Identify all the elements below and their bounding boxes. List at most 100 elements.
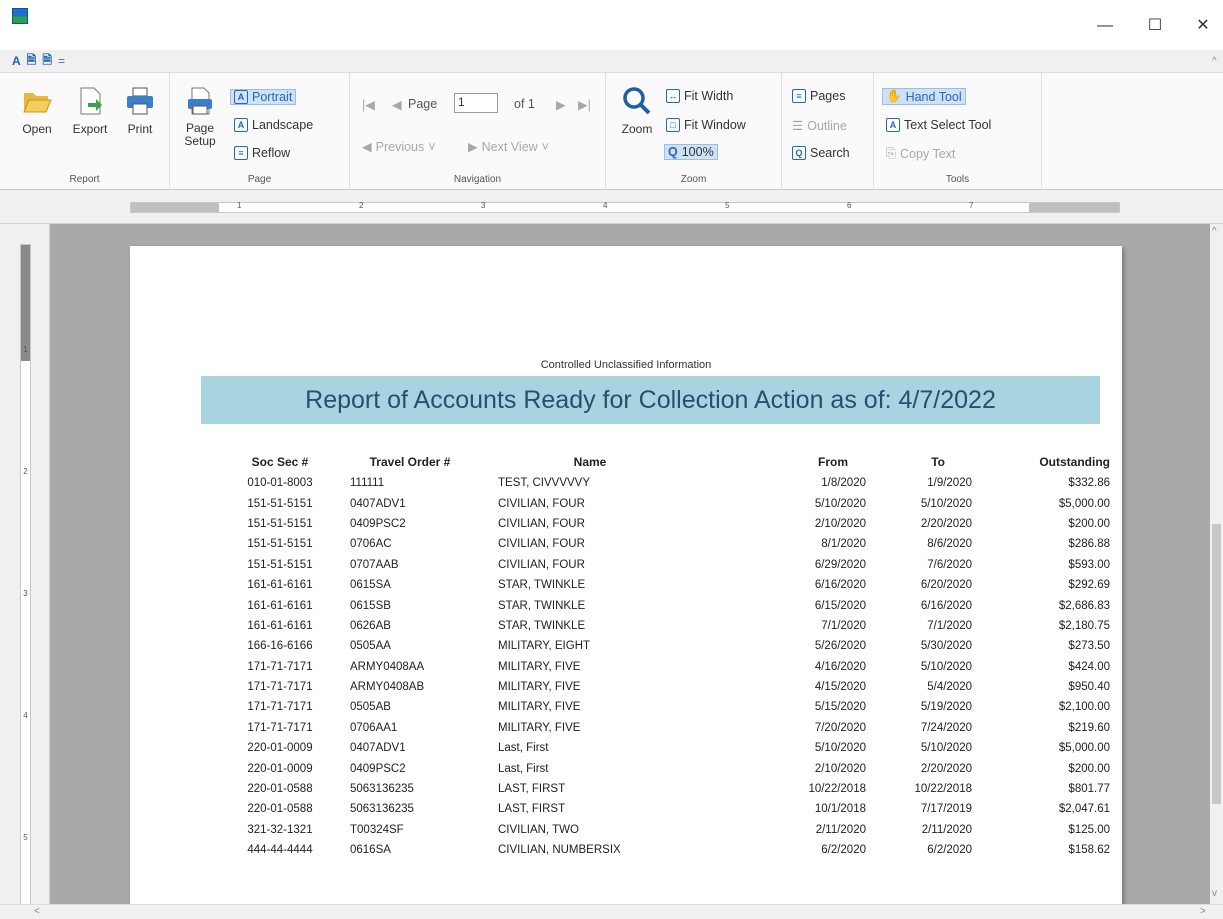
scroll-right-icon[interactable]: > bbox=[1200, 906, 1206, 917]
vertical-scrollbar[interactable]: ^ v bbox=[1210, 224, 1223, 904]
minimize-button[interactable]: — bbox=[1085, 14, 1125, 38]
cell-from: 4/15/2020 bbox=[814, 681, 866, 694]
qat-text-icon[interactable]: A bbox=[12, 54, 21, 68]
cell-to: 5/10/2020 bbox=[920, 742, 972, 755]
copy-icon: ⎘ bbox=[886, 146, 897, 160]
first-page-icon[interactable]: |◀ bbox=[362, 97, 375, 112]
group-label-report: Report bbox=[69, 174, 100, 185]
cell-outstanding: $158.62 bbox=[1068, 844, 1110, 857]
report-page: Controlled Unclassified Information Repo… bbox=[130, 246, 1122, 904]
scroll-left-icon[interactable]: < bbox=[34, 906, 40, 917]
page-count: of 1 bbox=[514, 97, 535, 111]
cell-name: STAR, TWINKLE bbox=[498, 619, 586, 632]
qat-page-icon[interactable]: 🗎 bbox=[27, 51, 37, 72]
group-label-zoom: Zoom bbox=[680, 174, 707, 185]
cell-outstanding: $125.00 bbox=[1068, 823, 1110, 836]
outline-icon: ☰ bbox=[792, 119, 804, 133]
scroll-thumb[interactable] bbox=[1212, 524, 1221, 804]
cell-to: 10/22/2018 bbox=[914, 783, 972, 796]
cell-from: 5/15/2020 bbox=[814, 701, 866, 714]
prev-page-icon[interactable]: ◀ bbox=[392, 97, 402, 112]
close-button[interactable]: ✕ bbox=[1183, 14, 1223, 38]
cell-name: CIVILIAN, NUMBERSIX bbox=[498, 844, 621, 857]
ruler-right-margin[interactable] bbox=[1029, 203, 1119, 212]
fit-width-button[interactable]: ↔ Fit Width bbox=[666, 89, 733, 103]
cell-ssn: 171-71-7171 bbox=[247, 721, 313, 734]
cell-ssn: 220-01-0009 bbox=[247, 742, 313, 755]
cell-ssn: 151-51-5151 bbox=[247, 538, 313, 551]
portrait-icon: A bbox=[234, 90, 248, 104]
cell-name: CIVILIAN, FOUR bbox=[498, 558, 585, 571]
header-outstanding: Outstanding bbox=[1039, 454, 1110, 469]
collapse-ribbon-icon[interactable]: ^ bbox=[1212, 56, 1217, 67]
ruler-mark: 6 bbox=[847, 201, 852, 210]
fit-window-button[interactable]: □ Fit Window bbox=[666, 118, 746, 132]
zoom-button[interactable]: Zoom bbox=[614, 85, 660, 136]
cell-outstanding: $5,000.00 bbox=[1058, 497, 1110, 510]
cell-travel-order: T00324SF bbox=[350, 823, 404, 836]
cell-ssn: 010-01-8003 bbox=[247, 477, 313, 490]
cell-outstanding: $424.00 bbox=[1068, 660, 1110, 673]
landscape-button[interactable]: A Landscape bbox=[234, 118, 313, 132]
hand-icon: ✋ bbox=[886, 89, 902, 103]
page-number-input[interactable]: 1 bbox=[454, 93, 498, 113]
last-page-icon[interactable]: ▶| bbox=[578, 97, 591, 112]
cell-travel-order: 0409PSC2 bbox=[350, 517, 406, 530]
cell-outstanding: $219.60 bbox=[1068, 721, 1110, 734]
ruler-left-margin[interactable] bbox=[131, 203, 219, 212]
cell-outstanding: $593.00 bbox=[1068, 558, 1110, 571]
print-button[interactable]: Print bbox=[118, 85, 162, 136]
open-button[interactable]: Open bbox=[12, 85, 62, 136]
cell-outstanding: $801.77 bbox=[1068, 783, 1110, 796]
next-view-button[interactable]: ▶ Next View ˅ bbox=[468, 139, 549, 155]
cell-outstanding: $273.50 bbox=[1068, 640, 1110, 653]
table-row: 151-51-5151 0707AAB CIVILIAN, FOUR 6/29/202… bbox=[220, 555, 1110, 575]
previous-view-button[interactable]: ◀ Previous ˅ bbox=[362, 139, 436, 155]
cell-outstanding: $200.00 bbox=[1068, 762, 1110, 775]
cell-travel-order: 5063136235 bbox=[350, 783, 414, 796]
text-select-button[interactable]: A Text Select Tool bbox=[886, 118, 991, 132]
group-zoom: Zoom ↔ Fit Width □ Fit Window Q 100% Zoo… bbox=[606, 73, 782, 191]
pages-button[interactable]: ≡ Pages bbox=[792, 89, 845, 103]
export-button[interactable]: Export bbox=[64, 85, 116, 136]
cell-from: 1/8/2020 bbox=[821, 477, 866, 490]
scroll-down-icon[interactable]: v bbox=[1212, 888, 1217, 899]
table-row: 220-01-0009 0407ADV1 Last, First 5/10/2020 5… bbox=[220, 738, 1110, 758]
cell-to: 6/16/2020 bbox=[920, 599, 972, 612]
cell-ssn: 161-61-6161 bbox=[247, 619, 313, 632]
table-row: 171-71-7171 ARMY0408AA MILITARY, FIVE 4/16/… bbox=[220, 657, 1110, 677]
document-viewer[interactable]: Controlled Unclassified Information Repo… bbox=[50, 224, 1210, 904]
pages-label: Pages bbox=[810, 89, 846, 103]
cell-travel-order: 0615SA bbox=[350, 579, 391, 592]
scroll-up-icon[interactable]: ^ bbox=[1212, 226, 1217, 237]
ruler-top-margin[interactable] bbox=[21, 245, 30, 361]
cell-from: 7/20/2020 bbox=[814, 721, 866, 734]
folder-open-icon bbox=[23, 93, 52, 113]
search-button[interactable]: Q Search bbox=[792, 146, 850, 160]
printer-icon bbox=[127, 87, 153, 115]
page-setup-icon bbox=[188, 87, 212, 115]
zoom-100-button[interactable]: Q 100% bbox=[664, 144, 718, 160]
cell-ssn: 444-44-4444 bbox=[247, 844, 313, 857]
table-header-row: Soc Sec # Travel Order # Name From To Ou… bbox=[220, 453, 1110, 473]
group-label-navigation: Navigation bbox=[453, 174, 502, 185]
cell-to: 7/24/2020 bbox=[920, 721, 972, 734]
hand-tool-button[interactable]: ✋ Hand Tool bbox=[882, 88, 966, 105]
qat-page2-icon[interactable]: 🗎 bbox=[42, 51, 52, 72]
horizontal-scrollbar[interactable]: < > bbox=[0, 904, 1223, 919]
qat-customize-icon[interactable]: = bbox=[58, 54, 65, 68]
copy-text-button[interactable]: ⎘ Copy Text bbox=[886, 146, 955, 161]
portrait-button[interactable]: A Portrait bbox=[230, 89, 297, 105]
maximize-button[interactable]: ☐ bbox=[1135, 14, 1175, 38]
group-find: ≡ Pages ☰ Outline Q Search bbox=[782, 73, 874, 191]
cell-travel-order: 0505AA bbox=[350, 640, 391, 653]
outline-button[interactable]: ☰ Outline bbox=[792, 118, 847, 134]
reflow-button[interactable]: ≡ Reflow bbox=[234, 146, 290, 160]
cell-to: 7/1/2020 bbox=[927, 619, 972, 632]
next-page-icon[interactable]: ▶ bbox=[556, 97, 566, 112]
quick-access-toolbar: A 🗎 🗎 = bbox=[12, 52, 65, 70]
page-number-field[interactable]: 1 bbox=[454, 93, 498, 113]
ruler-mark: 5 bbox=[725, 201, 730, 210]
page-setup-button[interactable]: Page Setup bbox=[178, 85, 222, 148]
cell-from: 5/26/2020 bbox=[814, 640, 866, 653]
